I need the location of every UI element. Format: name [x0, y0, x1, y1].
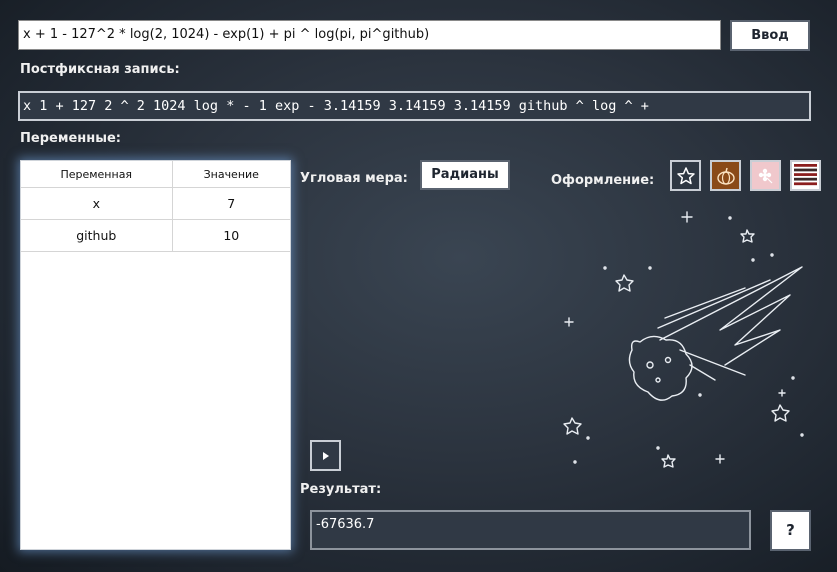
expression-input[interactable]: x + 1 - 127^2 * log(2, 1024) - exp(1) + … — [18, 20, 721, 50]
play-icon — [322, 451, 329, 460]
column-header-variable[interactable]: Переменная — [21, 161, 173, 188]
enter-button[interactable]: Ввод — [730, 20, 810, 51]
variables-label: Переменные: — [20, 131, 121, 146]
result-label: Результат: — [300, 482, 382, 497]
table-header-row: Переменная Значение — [21, 161, 290, 188]
variable-name-cell[interactable]: x — [21, 187, 173, 220]
theme-pumpkin-button[interactable] — [710, 160, 741, 191]
variable-name-cell[interactable]: github — [21, 219, 173, 252]
theme-star-button[interactable] — [670, 160, 701, 191]
variables-table[interactable]: Переменная Значение x 7 github 10 — [20, 160, 291, 550]
result-output[interactable]: -67636.7 — [310, 510, 751, 550]
postfix-label: Постфиксная запись: — [20, 62, 180, 77]
play-button[interactable] — [310, 440, 341, 471]
postfix-output[interactable]: x 1 + 127 2 ^ 2 1024 log * - 1 exp - 3.1… — [18, 91, 811, 121]
comet-illustration — [563, 211, 804, 468]
pumpkin-icon — [716, 167, 735, 185]
theme-stripes-button[interactable] — [790, 160, 821, 191]
angle-unit-button[interactable]: Радианы — [420, 160, 510, 190]
table-row[interactable]: x 7 — [21, 187, 290, 220]
theme-label: Оформление: — [551, 173, 655, 188]
angle-measure-label: Угловая мера: — [300, 171, 408, 186]
stripes-icon — [794, 164, 817, 186]
flower-icon — [758, 168, 772, 183]
variable-value-cell[interactable]: 7 — [172, 187, 290, 220]
help-button[interactable]: ? — [770, 510, 811, 551]
star-icon — [676, 166, 695, 184]
column-header-value[interactable]: Значение — [172, 161, 290, 188]
table-row[interactable]: github 10 — [21, 219, 290, 252]
theme-flower-button[interactable] — [750, 160, 781, 191]
variable-value-cell[interactable]: 10 — [172, 219, 290, 252]
